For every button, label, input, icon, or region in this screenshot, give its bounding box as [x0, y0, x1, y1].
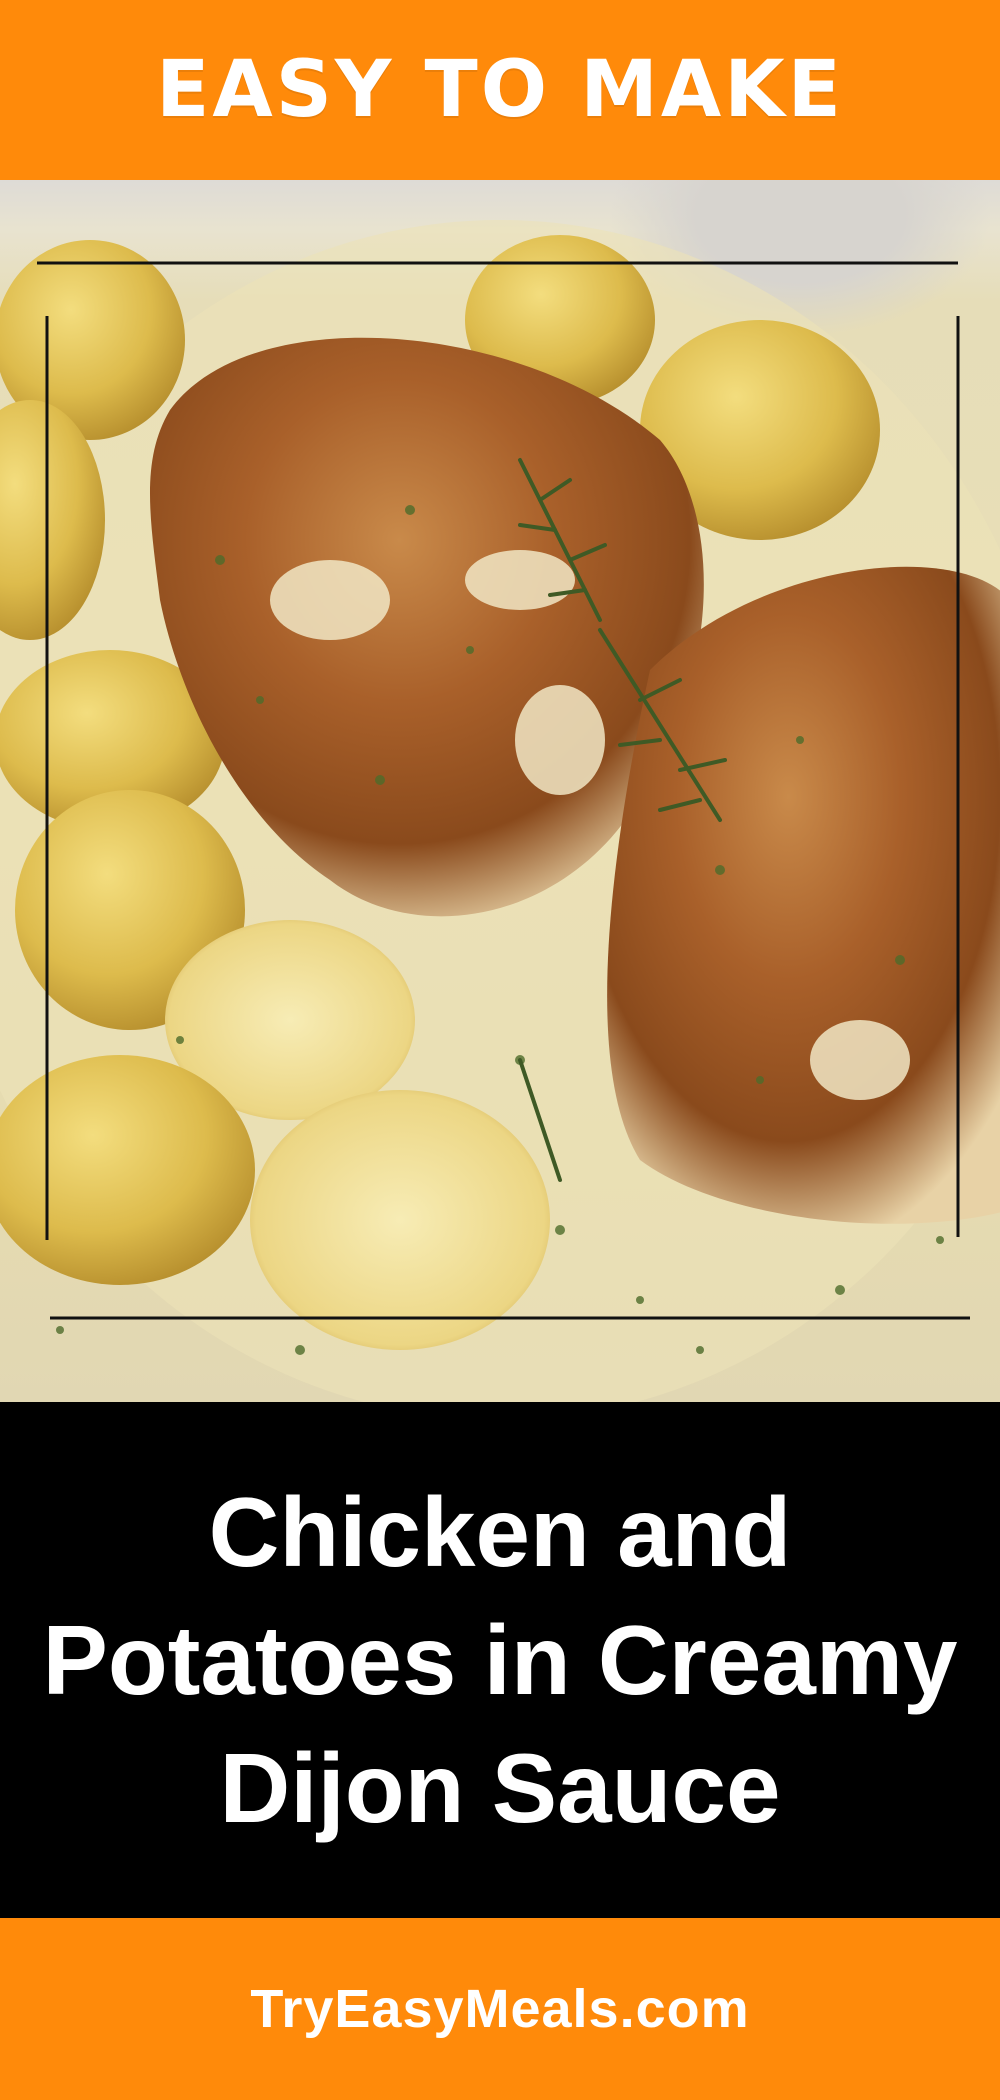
recipe-title-line-1: Chicken and	[208, 1477, 792, 1587]
bottom-banner: TryEasyMeals.com	[0, 1918, 1000, 2100]
top-banner: EASY TO MAKE	[0, 0, 1000, 180]
top-banner-text: EASY TO MAKE	[156, 45, 844, 135]
site-link[interactable]: TryEasyMeals.com	[250, 1978, 749, 2040]
recipe-title-line-3: Dijon Sauce	[219, 1733, 781, 1843]
recipe-photo	[0, 180, 1000, 1402]
recipe-title-line-2: Potatoes in Creamy	[42, 1605, 958, 1715]
recipe-pin: EASY TO MAKE Chicken and Potatoes in Cre…	[0, 0, 1000, 2100]
dish-illustration	[0, 220, 1000, 1402]
title-panel: Chicken and Potatoes in Creamy Dijon Sau…	[0, 1402, 1000, 1918]
recipe-title: Chicken and Potatoes in Creamy Dijon Sau…	[0, 1468, 1000, 1852]
